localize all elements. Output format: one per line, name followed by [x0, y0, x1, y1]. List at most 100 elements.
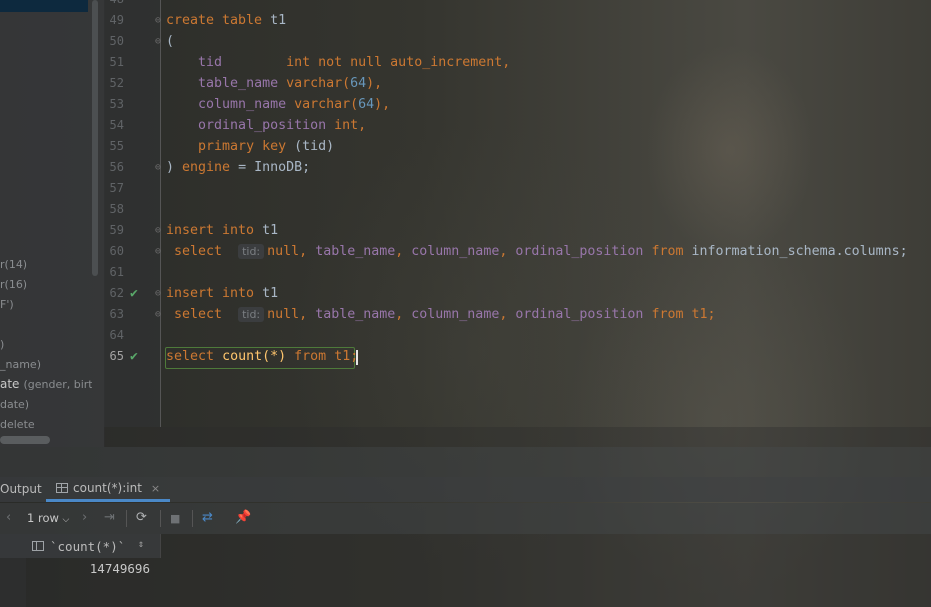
column-name: table_name — [198, 76, 279, 91]
editor-empty-area — [104, 427, 931, 447]
parameter-hint: tid: — [238, 307, 265, 322]
toolbar-separator — [192, 510, 193, 527]
tree-item[interactable]: ) — [0, 338, 92, 351]
line-number: 48 — [104, 0, 124, 10]
sort-icon[interactable]: ⇕ — [138, 539, 144, 550]
punct: ), — [374, 97, 391, 112]
fold-marker-icon[interactable]: ⊖ — [155, 283, 161, 304]
close-icon[interactable]: × — [151, 482, 160, 495]
code-line-63[interactable]: select tid: null, table_name, column_name… — [166, 304, 716, 325]
line-number: 60 — [109, 244, 124, 258]
compare-icon[interactable]: ⇄ — [202, 510, 213, 525]
keyword: from — [651, 244, 684, 259]
tree-item[interactable]: delete — [0, 418, 92, 431]
tree-item[interactable]: F') — [0, 298, 92, 311]
project-panel-scrollbar[interactable] — [92, 0, 98, 276]
refresh-icon[interactable]: ⟳ — [136, 510, 147, 525]
tree-item[interactable]: date) — [0, 398, 92, 411]
fold-end-icon[interactable]: ⊖ — [155, 304, 161, 325]
code-line-55[interactable]: primary key (tid) — [166, 136, 334, 157]
code-line-62[interactable]: insert into t1 — [166, 283, 278, 304]
column-name: table_name — [315, 307, 396, 322]
code-line-60[interactable]: select tid: null, table_name, column_name… — [166, 241, 908, 262]
code-line-51[interactable]: tid int not null auto_increment, — [166, 52, 510, 73]
tab-result-count[interactable]: count(*):int × — [46, 477, 171, 502]
function: count( — [222, 349, 271, 364]
code-line-56[interactable]: ) engine = InnoDB; — [166, 157, 310, 178]
column-name: column_name — [411, 307, 500, 322]
keyword: select — [174, 244, 223, 259]
column-name: ordinal_position — [198, 118, 327, 133]
keyword: int not null auto_increment, — [286, 55, 511, 70]
keyword: null, — [267, 244, 308, 259]
code-line-50[interactable]: ( — [166, 31, 174, 52]
keyword: select — [174, 307, 223, 322]
column-name: ordinal_position — [515, 307, 644, 322]
next-icon[interactable]: › — [82, 510, 87, 525]
tree-item[interactable]: r(14) — [0, 258, 92, 271]
keyword: create table — [166, 13, 263, 28]
project-panel-hscrollbar[interactable] — [0, 436, 50, 444]
code-line-52[interactable]: table_name varchar(64), — [166, 73, 382, 94]
column-name: table_name — [315, 244, 396, 259]
fold-end-icon[interactable]: ⊖ — [155, 241, 161, 262]
selected-tree-row[interactable] — [0, 0, 88, 12]
column-name: column_name — [198, 97, 287, 112]
fold-marker-icon[interactable]: ⊖ — [155, 10, 161, 31]
table-cell[interactable]: 14749696 — [0, 561, 150, 576]
line-number: 59 — [109, 223, 124, 237]
keyword: null, — [267, 307, 308, 322]
result-toolbar: ‹ 1 row ⌵ › ⇥ ⟳ ■ ⇄ 📌 — [0, 503, 931, 534]
rows-selector-label: 1 row — [27, 511, 59, 525]
services-tab-bar: Output count(*):int × — [0, 477, 931, 502]
number: 64 — [350, 76, 367, 91]
toolbar-separator — [126, 510, 127, 527]
column-name: ordinal_position — [515, 244, 644, 259]
tree-item[interactable]: r(16) — [0, 278, 92, 291]
code-line-65[interactable]: select count(*) from t1; — [166, 346, 358, 367]
code-line-53[interactable]: column_name varchar(64), — [166, 94, 390, 115]
punct: ) — [166, 160, 175, 175]
result-grid: `count(*)` ⇕ 14749696 — [0, 534, 931, 607]
line-number: 58 — [109, 202, 124, 216]
punct: ), — [366, 76, 383, 91]
keyword: varchar( — [294, 97, 359, 112]
fold-marker-icon[interactable]: ⊖ — [155, 31, 161, 52]
panel-splitter[interactable] — [0, 447, 931, 477]
keyword: insert into — [166, 286, 255, 301]
code-line-49[interactable]: create table t1 — [166, 10, 286, 31]
pin-icon[interactable]: 📌 — [235, 510, 251, 525]
line-number: 63 — [109, 307, 124, 321]
column-header[interactable]: `count(*)` ⇕ — [0, 534, 161, 558]
rows-selector[interactable]: 1 row ⌵ — [27, 511, 69, 525]
prev-icon[interactable]: ‹ — [6, 510, 11, 525]
code-line-54[interactable]: ordinal_position int, — [166, 115, 366, 136]
column-name: column_name — [411, 244, 500, 259]
tree-item-label: ate — [0, 377, 20, 391]
keyword: from — [651, 307, 684, 322]
gutter-separator — [160, 0, 161, 427]
line-number: 61 — [109, 265, 124, 279]
number: 64 — [358, 97, 375, 112]
identifier: t1 — [270, 13, 287, 28]
table-icon — [56, 483, 68, 493]
punct: ) — [278, 349, 287, 364]
tree-item[interactable]: _name) — [0, 358, 92, 371]
tab-result-label: count(*):int — [73, 481, 142, 495]
tree-item-detail: (gender, birt — [23, 378, 92, 391]
line-number: 62 — [109, 286, 124, 300]
identifier: t1 — [262, 286, 279, 301]
tab-output[interactable]: Output — [0, 482, 42, 496]
fold-end-icon[interactable]: ⊖ — [155, 157, 161, 178]
keyword: insert into — [166, 223, 255, 238]
stop-icon[interactable]: ■ — [170, 512, 180, 525]
tree-item-index[interactable]: ate (gender, birt — [0, 377, 92, 391]
code-line-59[interactable]: insert into t1 — [166, 220, 278, 241]
keyword: varchar( — [286, 76, 351, 91]
fold-marker-icon[interactable]: ⊖ — [155, 220, 161, 241]
text-caret — [356, 350, 358, 365]
column-header-label: `count(*)` — [50, 539, 126, 554]
identifier: t1; — [334, 349, 359, 364]
identifier: information_schema.columns; — [691, 244, 908, 259]
last-icon[interactable]: ⇥ — [104, 510, 115, 525]
